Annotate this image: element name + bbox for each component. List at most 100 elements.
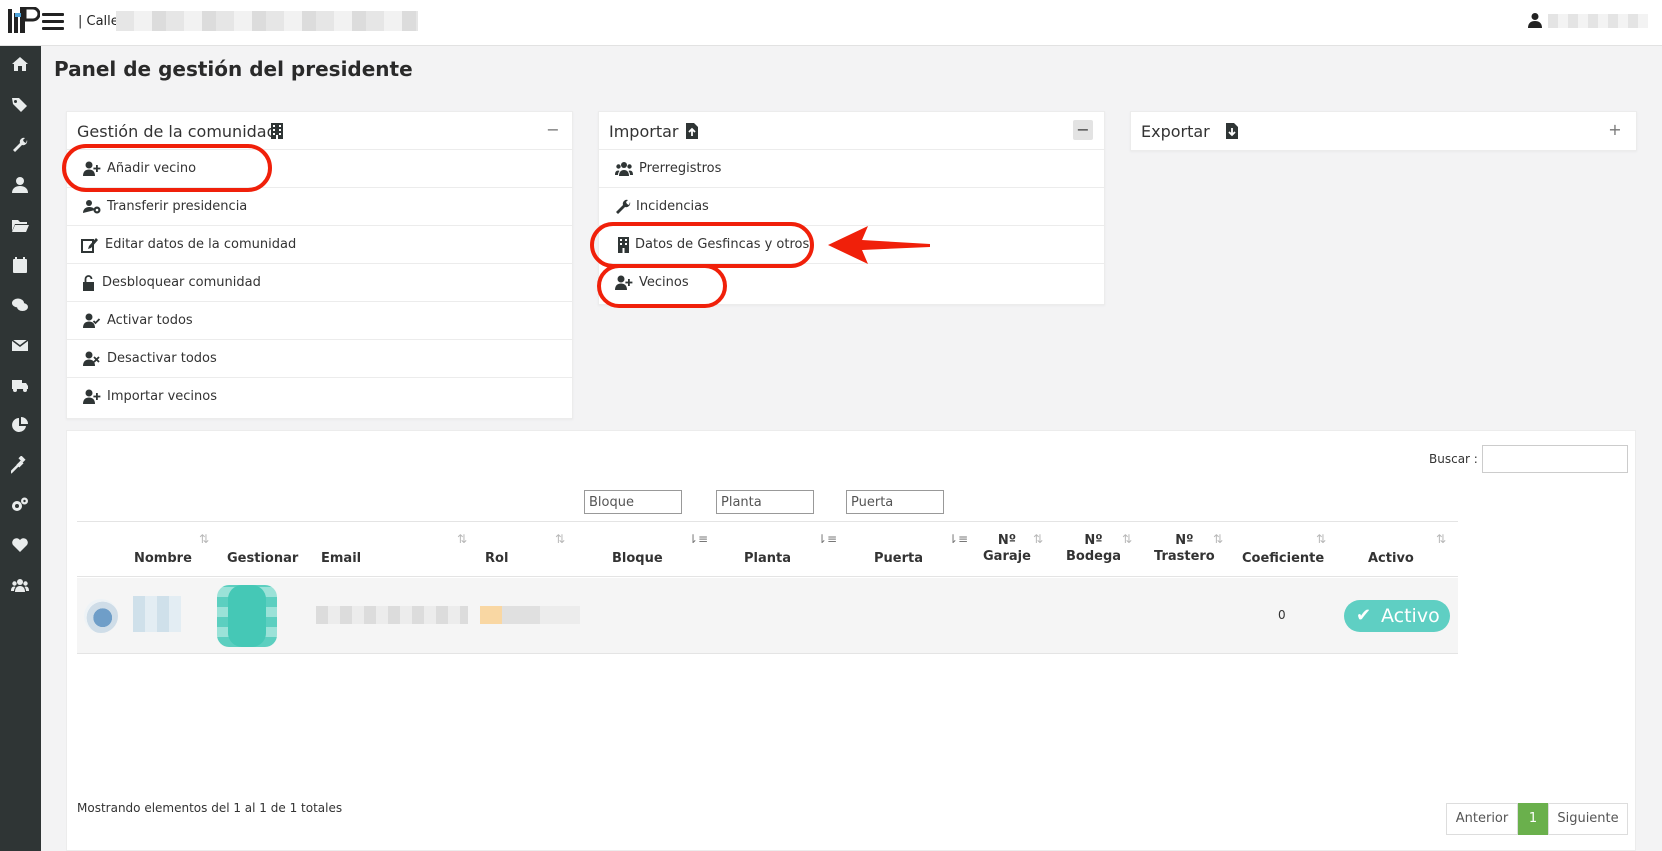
file-export-icon xyxy=(1226,123,1238,139)
page-title: Panel de gestión del presidente xyxy=(54,57,413,81)
column-header-puerta[interactable]: Puerta xyxy=(874,551,923,567)
manage-button[interactable] xyxy=(228,585,266,647)
breadcrumb: | Calle xyxy=(78,14,119,29)
redacted-role xyxy=(480,606,580,624)
logo-icon[interactable] xyxy=(8,7,40,35)
users-icon[interactable] xyxy=(11,576,29,594)
column-header-email[interactable]: Email xyxy=(321,551,361,567)
panel-title: Gestión de la comunidad xyxy=(77,122,277,141)
header-line: Garaje xyxy=(983,549,1031,564)
column-header-planta[interactable]: Planta xyxy=(744,551,791,567)
edit-community-data-button[interactable]: Editar datos de la comunidad xyxy=(67,226,572,264)
folder-open-icon[interactable] xyxy=(11,216,29,234)
top-bar: | Calle xyxy=(0,0,1662,46)
panel-header: Gestión de la comunidad − xyxy=(67,112,572,150)
user-times-icon xyxy=(83,351,101,367)
add-neighbor-button[interactable]: Añadir vecino xyxy=(67,150,572,188)
user-icon[interactable] xyxy=(11,176,29,194)
sort-amount-icon[interactable]: ⇂≡ xyxy=(948,532,968,546)
sort-icon[interactable]: ⇅ xyxy=(457,532,467,546)
door-filter-input[interactable] xyxy=(846,490,944,514)
collapse-button[interactable]: − xyxy=(543,120,563,140)
table-info: Mostrando elementos del 1 al 1 de 1 tota… xyxy=(77,801,343,815)
panel-title: Exportar xyxy=(1141,122,1210,141)
envelope-icon[interactable] xyxy=(11,336,29,354)
column-header-coeficiente[interactable]: Coeficiente xyxy=(1242,551,1324,567)
activate-all-button[interactable]: Activar todos xyxy=(67,302,572,340)
redacted-email xyxy=(316,606,468,624)
sort-icon[interactable]: ⇅ xyxy=(1213,532,1223,546)
sort-amount-icon[interactable]: ⇂≡ xyxy=(817,532,837,546)
home-icon[interactable] xyxy=(11,55,29,73)
search-label: Buscar : xyxy=(1429,452,1478,466)
row-label: Importar vecinos xyxy=(107,389,218,404)
pie-chart-icon[interactable] xyxy=(11,416,29,434)
redacted-name xyxy=(133,596,181,632)
table-row xyxy=(77,578,1458,654)
column-header-bodega[interactable]: Nº Bodega xyxy=(1066,533,1121,565)
import-panel: Importar − Prerregistros Incidencias Dat… xyxy=(598,111,1105,305)
column-header-rol[interactable]: Rol xyxy=(485,551,508,567)
header-line: Nº xyxy=(1175,533,1194,548)
calendar-icon[interactable] xyxy=(11,256,29,274)
import-incidents-button[interactable]: Incidencias xyxy=(599,188,1104,226)
column-header-activo[interactable]: Activo xyxy=(1368,551,1414,567)
sort-icon[interactable]: ⇅ xyxy=(199,532,209,546)
hamburger-icon[interactable] xyxy=(42,13,64,31)
active-label: Activo xyxy=(1381,605,1440,627)
check-icon: ✔ xyxy=(1356,605,1372,626)
header-line: Bodega xyxy=(1066,549,1122,564)
user-plus-icon xyxy=(83,389,101,405)
unlock-community-button[interactable]: Desbloquear comunidad xyxy=(67,264,572,302)
column-header-bloque[interactable]: Bloque xyxy=(612,551,663,567)
coefficient-cell: 0 xyxy=(1278,608,1286,622)
pagination-next[interactable]: Siguiente xyxy=(1548,803,1628,835)
collapse-button[interactable]: − xyxy=(1073,120,1093,140)
sort-icon[interactable]: ⇅ xyxy=(1122,532,1132,546)
active-toggle-button[interactable]: ✔ Activo xyxy=(1344,600,1450,632)
user-icon[interactable] xyxy=(1527,12,1543,28)
block-filter-input[interactable] xyxy=(584,490,682,514)
transfer-presidency-button[interactable]: Transferir presidencia xyxy=(67,188,572,226)
redacted-address xyxy=(116,11,418,31)
unlock-icon xyxy=(81,275,99,291)
wrench-icon[interactable] xyxy=(11,136,29,154)
deactivate-all-button[interactable]: Desactivar todos xyxy=(67,340,572,378)
sort-icon[interactable]: ⇅ xyxy=(555,532,565,546)
expand-button[interactable]: + xyxy=(1605,120,1625,140)
row-label: Añadir vecino xyxy=(107,161,197,176)
heart-icon[interactable] xyxy=(11,536,29,554)
comments-icon[interactable] xyxy=(11,296,29,314)
row-label: Prerregistros xyxy=(639,161,722,176)
sort-amount-icon[interactable]: ⇂≡ xyxy=(688,532,708,546)
row-label: Activar todos xyxy=(107,313,193,328)
row-label: Desactivar todos xyxy=(107,351,217,366)
header-line: Trastero xyxy=(1154,549,1215,564)
pagination-previous[interactable]: Anterior xyxy=(1446,803,1518,835)
import-neighbors-button[interactable]: Vecinos xyxy=(599,264,1104,302)
column-header-trastero[interactable]: Nº Trastero xyxy=(1154,533,1215,565)
column-header-nombre[interactable]: Nombre xyxy=(134,551,192,567)
gavel-icon[interactable] xyxy=(9,455,29,474)
row-label: Desbloquear comunidad xyxy=(102,275,261,290)
user-plus-icon xyxy=(83,161,101,177)
import-neighbors-button[interactable]: Importar vecinos xyxy=(67,378,572,416)
column-header-garaje[interactable]: Nº Garaje xyxy=(983,533,1031,565)
column-header-gestionar[interactable]: Gestionar xyxy=(227,551,298,567)
edit-icon xyxy=(81,237,99,253)
sort-icon[interactable]: ⇅ xyxy=(1316,532,1326,546)
cogs-icon[interactable] xyxy=(11,496,29,514)
row-label: Transferir presidencia xyxy=(107,199,248,214)
user-name-redacted[interactable] xyxy=(1548,14,1648,28)
file-import-icon xyxy=(686,123,698,139)
sort-icon[interactable]: ⇅ xyxy=(1436,532,1446,546)
search-input[interactable] xyxy=(1482,445,1628,473)
sort-icon[interactable]: ⇅ xyxy=(1033,532,1043,546)
row-label: Editar datos de la comunidad xyxy=(105,237,297,252)
floor-filter-input[interactable] xyxy=(716,490,814,514)
panel-header: Importar − xyxy=(599,112,1104,150)
import-preregistrations-button[interactable]: Prerregistros xyxy=(599,150,1104,188)
tags-icon[interactable] xyxy=(11,96,29,114)
truck-icon[interactable] xyxy=(11,376,29,394)
pagination-page-1[interactable]: 1 xyxy=(1518,803,1548,835)
